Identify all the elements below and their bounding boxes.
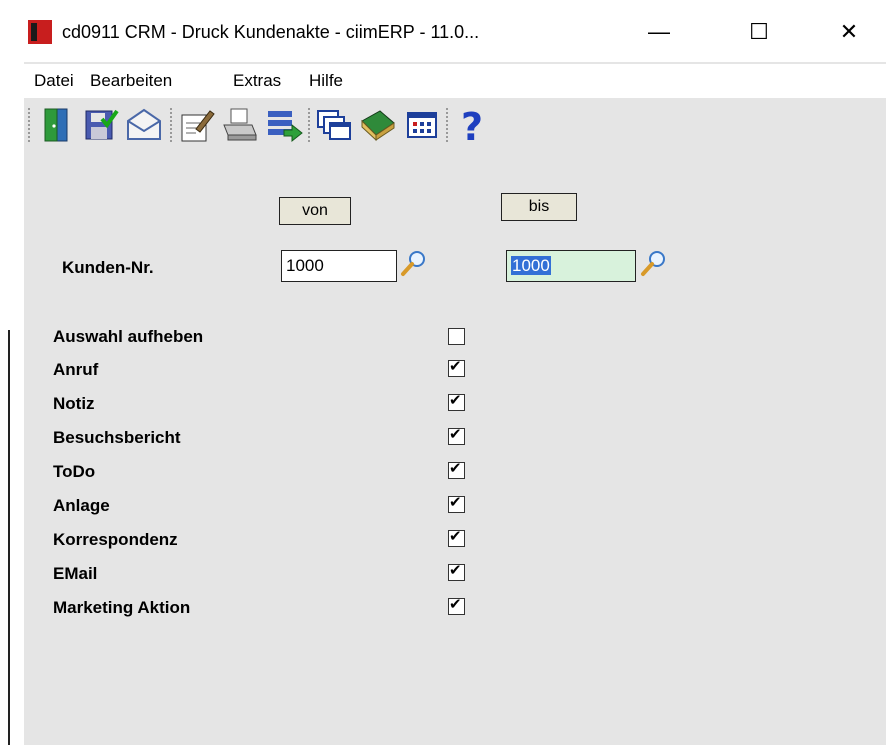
checkmark-icon: ✔ bbox=[449, 528, 462, 545]
option-label-besuchsbericht: Besuchsbericht bbox=[53, 428, 181, 447]
export-list-icon[interactable] bbox=[264, 105, 304, 145]
menu-extras[interactable]: Extras bbox=[233, 71, 281, 91]
app-logo-icon bbox=[28, 20, 52, 44]
checkbox-auswahl-aufheben[interactable] bbox=[448, 328, 465, 345]
checkmark-icon: ✔ bbox=[449, 460, 462, 477]
option-label-anlage: Anlage bbox=[53, 496, 110, 515]
toolbar-grip bbox=[28, 108, 34, 142]
printer-icon[interactable] bbox=[220, 105, 260, 145]
checkbox-anruf[interactable]: ✔ bbox=[448, 358, 465, 377]
customer-number-to-input[interactable]: 1000 bbox=[506, 250, 636, 282]
checkbox-email[interactable]: ✔ bbox=[448, 562, 465, 581]
checkmark-icon: ✔ bbox=[449, 596, 462, 613]
svg-text:?: ? bbox=[461, 105, 483, 145]
option-label-email: EMail bbox=[53, 564, 98, 583]
option-label-auswahl-aufheben: Auswahl aufheben bbox=[53, 327, 204, 346]
selected-text: 1000 bbox=[511, 256, 551, 275]
checkmark-icon: ✔ bbox=[449, 358, 462, 375]
checkbox-todo[interactable]: ✔ bbox=[448, 460, 465, 479]
book-icon[interactable] bbox=[358, 105, 398, 145]
von-button[interactable]: von bbox=[279, 197, 351, 225]
calendar-icon[interactable] bbox=[402, 105, 442, 145]
option-label-marketing-aktion: Marketing Aktion bbox=[53, 598, 191, 617]
bis-button[interactable]: bis bbox=[501, 193, 577, 221]
menu-datei[interactable]: Datei bbox=[34, 71, 74, 91]
title-bar: cd0911 CRM - Druck Kundenakte - ciimERP … bbox=[24, 0, 886, 62]
checkmark-icon: ✔ bbox=[449, 494, 462, 511]
menu-hilfe[interactable]: Hilfe bbox=[309, 71, 343, 91]
checkmark-icon: ✔ bbox=[449, 426, 462, 443]
option-label-todo: ToDo bbox=[53, 462, 96, 481]
option-label-korrespondenz: Korrespondenz bbox=[53, 530, 178, 549]
windows-icon[interactable] bbox=[314, 105, 354, 145]
app-window: cd0911 CRM - Druck Kundenakte - ciimERP … bbox=[24, 0, 886, 745]
option-label-anruf: Anruf bbox=[53, 360, 99, 379]
menu-bar: Datei Bearbeiten Extras Hilfe bbox=[24, 64, 886, 98]
background-window-edge bbox=[8, 330, 10, 745]
checkbox-marketing-aktion[interactable]: ✔ bbox=[448, 596, 465, 615]
checkbox-anlage[interactable]: ✔ bbox=[448, 494, 465, 513]
left-background-strip bbox=[0, 0, 12, 745]
menu-bearbeiten[interactable]: Bearbeiten bbox=[90, 71, 172, 91]
search-icon[interactable] bbox=[638, 248, 668, 278]
form-area: von bis Kunden-Nr. 1000 1000 Auswahl auf… bbox=[24, 152, 886, 745]
close-button[interactable]: ✕ bbox=[824, 14, 874, 50]
toolbar: ? bbox=[24, 100, 886, 150]
edit-document-icon[interactable] bbox=[176, 105, 216, 145]
option-label-notiz: Notiz bbox=[53, 394, 95, 413]
customer-number-from-input[interactable]: 1000 bbox=[281, 250, 397, 282]
maximize-button[interactable]: ☐ bbox=[734, 14, 784, 50]
help-icon[interactable]: ? bbox=[452, 105, 492, 149]
email-icon[interactable] bbox=[124, 105, 164, 145]
checkbox-notiz[interactable]: ✔ bbox=[448, 392, 465, 411]
search-icon[interactable] bbox=[398, 248, 428, 278]
customer-number-label: Kunden-Nr. bbox=[62, 258, 154, 277]
minimize-button[interactable]: — bbox=[634, 14, 684, 50]
save-icon[interactable] bbox=[80, 105, 120, 145]
exit-door-icon[interactable] bbox=[36, 105, 76, 145]
window-title: cd0911 CRM - Druck Kundenakte - ciimERP … bbox=[62, 22, 480, 42]
checkbox-korrespondenz[interactable]: ✔ bbox=[448, 528, 465, 547]
checkbox-besuchsbericht[interactable]: ✔ bbox=[448, 426, 465, 445]
checkmark-icon: ✔ bbox=[449, 392, 462, 409]
checkmark-icon: ✔ bbox=[449, 562, 462, 579]
